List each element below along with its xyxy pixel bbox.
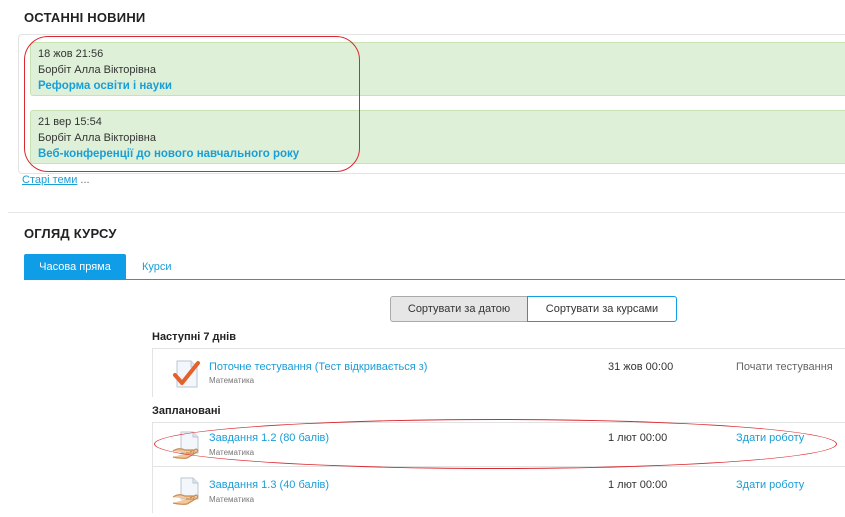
tab-underline xyxy=(24,279,845,280)
section-divider xyxy=(8,212,845,213)
tab-courses[interactable]: Курси xyxy=(142,254,172,280)
sort-by-course-button[interactable]: Сортувати за курсами xyxy=(527,296,677,322)
activity-action: Почати тестування xyxy=(736,361,833,373)
news-heading: ОСТАННІ НОВИНИ xyxy=(24,10,146,25)
overview-heading: ОГЛЯД КУРСУ xyxy=(24,226,117,241)
news-author: Борбіт Алла Вікторівна xyxy=(38,132,156,144)
news-item: 21 вер 15:54 Борбіт Алла Вікторівна Веб-… xyxy=(30,110,845,164)
section-label: Наступні 7 днів xyxy=(152,331,236,343)
quiz-check-icon xyxy=(171,357,203,389)
news-date: 21 вер 15:54 xyxy=(38,116,102,128)
activity-date: 1 лют 00:00 xyxy=(608,479,668,491)
activity-course: Математика xyxy=(209,448,255,457)
assignment-hand-icon xyxy=(171,429,203,461)
news-title-link[interactable]: Веб-конференції до нового навчального ро… xyxy=(38,148,299,160)
news-date: 18 жов 21:56 xyxy=(38,48,104,60)
older-topics: Старі теми ... xyxy=(22,174,90,186)
list-item: Поточне тестування (Тест відкривається з… xyxy=(152,348,845,397)
activity-course: Математика xyxy=(209,495,255,504)
sort-by-date-button[interactable]: Сортувати за датою xyxy=(390,296,528,322)
tab-timeline[interactable]: Часова пряма xyxy=(24,254,126,280)
submit-work-link[interactable]: Здати роботу xyxy=(736,432,804,444)
activity-link[interactable]: Завдання 1.2 (80 балів) xyxy=(209,432,329,444)
activity-link[interactable]: Поточне тестування (Тест відкривається з… xyxy=(209,361,427,373)
news-author: Борбіт Алла Вікторівна xyxy=(38,64,156,76)
section-label: Заплановані xyxy=(152,405,221,417)
older-topics-link[interactable]: Старі теми xyxy=(22,174,77,186)
activity-date: 1 лют 00:00 xyxy=(608,432,668,444)
list-item: Завдання 1.3 (40 балів) Математика 1 лют… xyxy=(152,466,845,513)
news-title-link[interactable]: Реформа освіти і науки xyxy=(38,80,172,92)
activity-course: Математика xyxy=(209,376,255,385)
older-topics-ellipsis: ... xyxy=(77,174,90,186)
activity-link[interactable]: Завдання 1.3 (40 балів) xyxy=(209,479,329,491)
news-item: 18 жов 21:56 Борбіт Алла Вікторівна Рефо… xyxy=(30,42,845,96)
submit-work-link[interactable]: Здати роботу xyxy=(736,479,804,491)
activity-date: 31 жов 00:00 xyxy=(608,361,674,373)
list-item: Завдання 1.2 (80 балів) Математика 1 лют… xyxy=(152,422,845,467)
assignment-hand-icon xyxy=(171,475,203,507)
